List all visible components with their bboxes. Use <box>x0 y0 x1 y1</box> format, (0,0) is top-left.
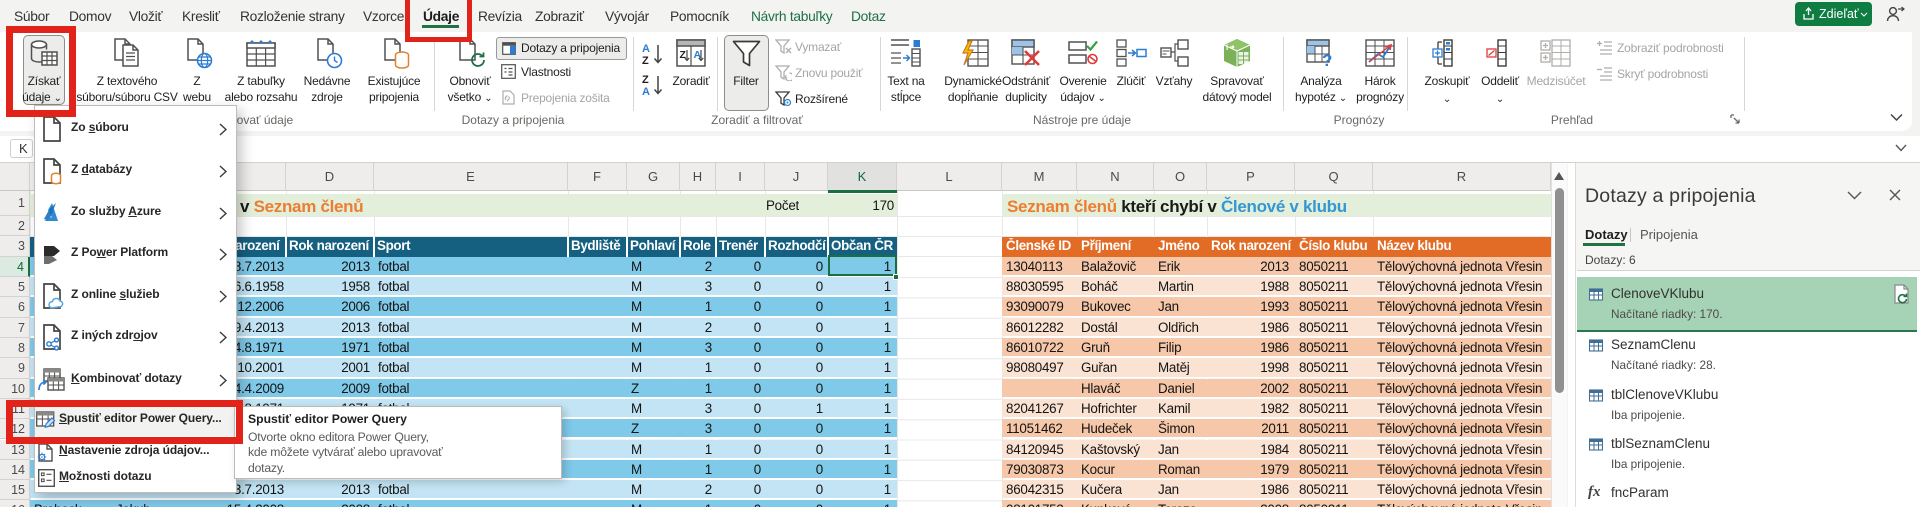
svg-text:Z: Z <box>642 55 649 66</box>
svg-text:i: i <box>1226 43 1228 52</box>
svg-text:A: A <box>642 86 650 97</box>
svg-text:?: ? <box>1322 51 1332 67</box>
svg-text:Z: Z <box>642 74 649 86</box>
svg-text:A: A <box>642 43 650 55</box>
